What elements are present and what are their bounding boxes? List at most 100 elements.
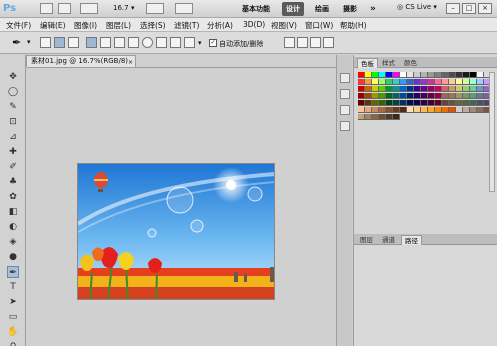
color-swatch[interactable] bbox=[400, 86, 407, 92]
rounded-rectangle-icon[interactable] bbox=[128, 37, 139, 48]
color-swatch[interactable] bbox=[470, 100, 477, 106]
color-swatch[interactable] bbox=[379, 86, 386, 92]
color-swatch[interactable] bbox=[421, 93, 428, 99]
color-swatch[interactable] bbox=[393, 107, 400, 113]
color-swatch[interactable] bbox=[365, 93, 372, 99]
subtract-path-icon[interactable] bbox=[297, 37, 308, 48]
hand-icon[interactable]: ✋ bbox=[7, 326, 19, 338]
move-icon[interactable]: ✥ bbox=[7, 71, 19, 83]
blur-icon[interactable]: ◈ bbox=[7, 236, 19, 248]
color-swatch[interactable] bbox=[407, 72, 414, 78]
color-swatch[interactable] bbox=[470, 86, 477, 92]
color-swatch[interactable] bbox=[393, 79, 400, 85]
minimize-button[interactable]: – bbox=[446, 3, 460, 14]
tab-channels[interactable]: 通道 bbox=[379, 235, 398, 245]
close-button[interactable]: × bbox=[478, 3, 492, 14]
brush-panel-icon[interactable] bbox=[340, 89, 350, 99]
color-swatch[interactable] bbox=[463, 100, 470, 106]
color-swatch[interactable] bbox=[442, 100, 449, 106]
color-swatch[interactable] bbox=[421, 72, 428, 78]
color-swatch[interactable] bbox=[393, 114, 400, 120]
color-swatch[interactable] bbox=[477, 72, 484, 78]
color-swatch[interactable] bbox=[435, 86, 442, 92]
menu-3d[interactable]: 3D(D) bbox=[243, 20, 265, 29]
color-swatch[interactable] bbox=[400, 100, 407, 106]
color-swatch[interactable] bbox=[400, 107, 407, 113]
eyedropper-icon[interactable]: ⊿ bbox=[7, 131, 19, 143]
menu-filter[interactable]: 滤镜(T) bbox=[174, 20, 199, 31]
color-swatch[interactable] bbox=[477, 79, 484, 85]
quick-select-icon[interactable]: ✎ bbox=[7, 101, 19, 113]
color-swatch[interactable] bbox=[379, 100, 386, 106]
color-swatch[interactable] bbox=[372, 79, 379, 85]
dodge-icon[interactable]: ● bbox=[7, 251, 19, 263]
brush-icon[interactable]: ✐ bbox=[7, 161, 19, 173]
color-swatch[interactable] bbox=[414, 100, 421, 106]
color-swatch[interactable] bbox=[421, 86, 428, 92]
color-swatch[interactable] bbox=[442, 79, 449, 85]
workspace-essentials[interactable]: 基本功能 bbox=[238, 2, 274, 16]
workspace-design[interactable]: 设计 bbox=[282, 2, 304, 16]
preset-dropdown-icon[interactable]: ▾ bbox=[27, 38, 31, 46]
gradient-icon[interactable]: ◐ bbox=[7, 221, 19, 233]
color-swatch[interactable] bbox=[449, 93, 456, 99]
pen-icon[interactable]: ✒ bbox=[7, 266, 19, 278]
menu-window[interactable]: 窗口(W) bbox=[305, 20, 333, 31]
pen-icon[interactable] bbox=[86, 37, 97, 48]
color-swatch[interactable] bbox=[407, 86, 414, 92]
color-swatch[interactable] bbox=[449, 79, 456, 85]
color-swatch[interactable] bbox=[386, 107, 393, 113]
workspace-painting[interactable]: 绘画 bbox=[311, 2, 333, 16]
rectangle-icon[interactable] bbox=[114, 37, 125, 48]
color-swatch[interactable] bbox=[379, 79, 386, 85]
ellipse-icon[interactable] bbox=[142, 37, 153, 48]
color-swatch[interactable] bbox=[414, 72, 421, 78]
healing-icon[interactable]: ✚ bbox=[7, 146, 19, 158]
color-swatch[interactable] bbox=[365, 114, 372, 120]
color-swatch[interactable] bbox=[477, 107, 484, 113]
color-swatch[interactable] bbox=[379, 93, 386, 99]
menu-image[interactable]: 图像(I) bbox=[74, 20, 97, 31]
exclude-path-icon[interactable] bbox=[323, 37, 334, 48]
color-swatch[interactable] bbox=[442, 107, 449, 113]
color-swatch[interactable] bbox=[470, 72, 477, 78]
menu-view[interactable]: 视图(V) bbox=[271, 20, 297, 31]
auto-add-delete-checkbox[interactable]: ✓ bbox=[209, 39, 217, 47]
color-swatch[interactable] bbox=[421, 107, 428, 113]
color-swatch[interactable] bbox=[379, 114, 386, 120]
color-swatch[interactable] bbox=[414, 107, 421, 113]
geometry-options-icon[interactable]: ▾ bbox=[198, 39, 202, 47]
color-swatch[interactable] bbox=[428, 93, 435, 99]
more-workspaces-button[interactable]: » bbox=[366, 2, 380, 16]
color-swatch[interactable] bbox=[456, 72, 463, 78]
color-swatch[interactable] bbox=[435, 107, 442, 113]
color-swatch[interactable] bbox=[435, 93, 442, 99]
color-swatch[interactable] bbox=[365, 72, 372, 78]
path-select-icon[interactable]: ➤ bbox=[7, 296, 19, 308]
color-swatch[interactable] bbox=[358, 107, 365, 113]
zoom-level[interactable]: 16.7 bbox=[113, 4, 129, 12]
bridge-icon[interactable] bbox=[40, 3, 53, 14]
custom-shape-icon[interactable] bbox=[184, 37, 195, 48]
color-swatch[interactable] bbox=[365, 100, 372, 106]
tab-layers[interactable]: 图层 bbox=[357, 235, 376, 245]
character-panel-icon[interactable] bbox=[340, 105, 350, 115]
mini-bridge-icon[interactable] bbox=[58, 3, 71, 14]
color-swatch[interactable] bbox=[470, 79, 477, 85]
menu-edit[interactable]: 编辑(E) bbox=[40, 20, 66, 31]
menu-file[interactable]: 文件(F) bbox=[6, 20, 31, 31]
color-swatch[interactable] bbox=[477, 86, 484, 92]
color-swatch[interactable] bbox=[463, 93, 470, 99]
color-swatch[interactable] bbox=[456, 93, 463, 99]
menu-analysis[interactable]: 分析(A) bbox=[207, 20, 233, 31]
color-swatch[interactable] bbox=[365, 79, 372, 85]
image-canvas[interactable] bbox=[77, 163, 275, 300]
color-swatch[interactable] bbox=[463, 86, 470, 92]
color-swatch[interactable] bbox=[358, 114, 365, 120]
menu-layer[interactable]: 图层(L) bbox=[106, 20, 131, 31]
document-tab[interactable]: 素材01.jpg @ 16.7%(RGB/8) × bbox=[26, 55, 136, 67]
color-swatch[interactable] bbox=[386, 72, 393, 78]
view-extras-icon[interactable] bbox=[80, 3, 98, 14]
swatches-scrollbar[interactable] bbox=[489, 72, 495, 192]
intersect-path-icon[interactable] bbox=[310, 37, 321, 48]
